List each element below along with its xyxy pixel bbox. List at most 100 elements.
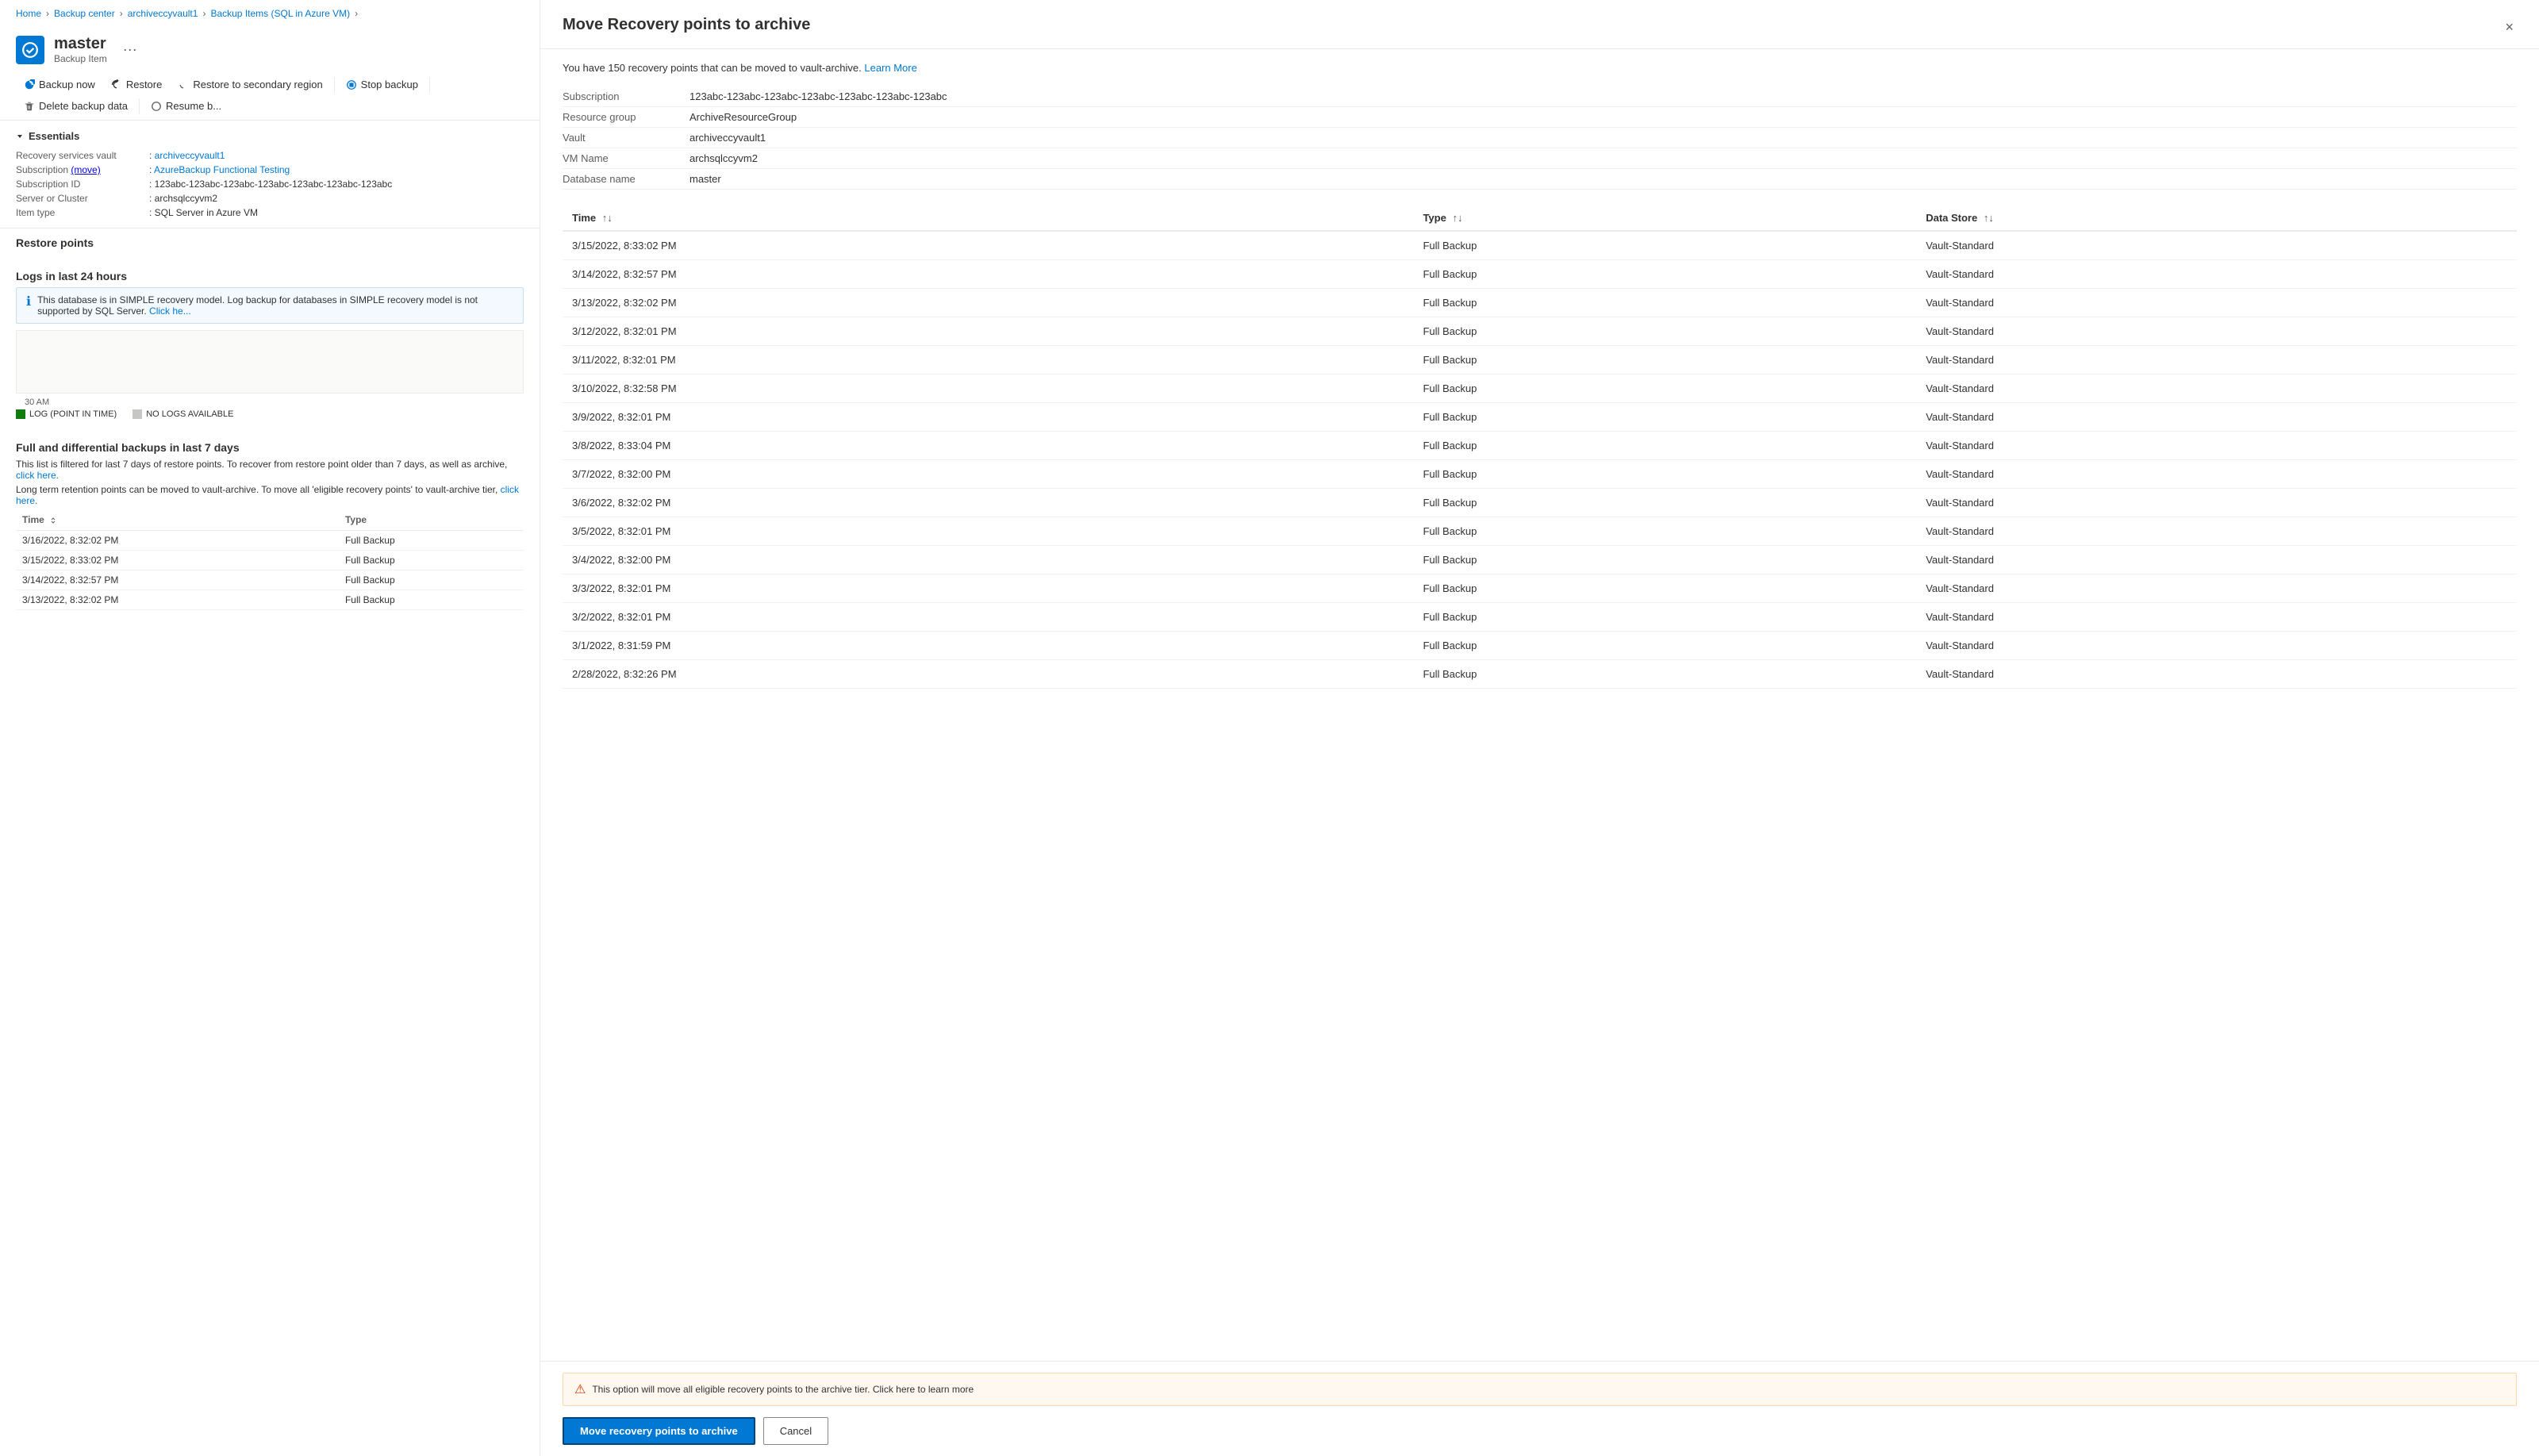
recovery-table-row[interactable]: 3/10/2022, 8:32:58 PMFull BackupVault-St… [563, 375, 2517, 403]
page-icon [16, 36, 44, 64]
col-time[interactable]: Time [16, 509, 339, 531]
recovery-time: 3/9/2022, 8:32:01 PM [563, 403, 1413, 432]
backup-type: Full Backup [339, 590, 524, 610]
recovery-store: Vault-Standard [1916, 346, 2517, 375]
essentials-toggle[interactable]: Essentials [16, 130, 524, 142]
backup-type: Full Backup [339, 531, 524, 551]
recovery-table-row[interactable]: 3/8/2022, 8:33:04 PMFull BackupVault-Sta… [563, 432, 2517, 460]
recovery-type: Full Backup [1413, 517, 1916, 546]
toolbar-sep1 [334, 77, 335, 93]
more-options-button[interactable]: ··· [123, 41, 137, 58]
essentials-grid: Recovery services vault : archiveccyvaul… [16, 150, 524, 218]
recovery-table-row[interactable]: 3/7/2022, 8:32:00 PMFull BackupVault-Sta… [563, 460, 2517, 489]
recovery-store: Vault-Standard [1916, 403, 2517, 432]
table-row[interactable]: 3/15/2022, 8:33:02 PMFull Backup [16, 551, 524, 570]
restore-points-title: Restore points [16, 236, 524, 249]
footer-buttons: Move recovery points to archive Cancel [563, 1417, 2517, 1445]
backup-time: 3/13/2022, 8:32:02 PM [16, 590, 339, 610]
recovery-col-store[interactable]: Data Store ↑↓ [1916, 206, 2517, 231]
recovery-type: Full Backup [1413, 289, 1916, 317]
col-type[interactable]: Type [339, 509, 524, 531]
recovery-table-row[interactable]: 3/13/2022, 8:32:02 PMFull BackupVault-St… [563, 289, 2517, 317]
essentials-sub-label: Subscription (move) [16, 164, 143, 175]
recovery-table-row[interactable]: 2/28/2022, 8:32:26 PMFull BackupVault-St… [563, 660, 2517, 689]
recovery-table-row[interactable]: 3/9/2022, 8:32:01 PMFull BackupVault-Sta… [563, 403, 2517, 432]
backup-type: Full Backup [339, 570, 524, 590]
warning-box: ⚠ This option will move all eligible rec… [563, 1373, 2517, 1406]
recovery-time: 3/11/2022, 8:32:01 PM [563, 346, 1413, 375]
panel-meta-label: Vault [563, 132, 689, 144]
recovery-table-row[interactable]: 3/12/2022, 8:32:01 PMFull BackupVault-St… [563, 317, 2517, 346]
click-here-link1[interactable]: click here. [16, 470, 59, 481]
essentials-vault-label: Recovery services vault [16, 150, 143, 161]
restore-button[interactable]: Restore [103, 74, 171, 95]
restore-secondary-button[interactable]: Restore to secondary region [170, 74, 330, 95]
delete-backup-button[interactable]: Delete backup data [16, 95, 136, 117]
recovery-table-row[interactable]: 3/3/2022, 8:32:01 PMFull BackupVault-Sta… [563, 574, 2517, 603]
recovery-table-row[interactable]: 3/5/2022, 8:32:01 PMFull BackupVault-Sta… [563, 517, 2517, 546]
breadcrumb-sep2: › [120, 8, 123, 19]
panel-meta-label: Subscription [563, 90, 689, 102]
panel-intro: You have 150 recovery points that can be… [563, 62, 2517, 74]
backup-type: Full Backup [339, 551, 524, 570]
panel-meta-row: Resource groupArchiveResourceGroup [563, 107, 2517, 128]
breadcrumb-sep1: › [46, 8, 49, 19]
toolbar-sep2 [429, 77, 430, 93]
move-recovery-points-button[interactable]: Move recovery points to archive [563, 1417, 755, 1445]
recovery-time: 3/12/2022, 8:32:01 PM [563, 317, 1413, 346]
breadcrumb-home[interactable]: Home [16, 8, 41, 19]
page-title: master [54, 35, 107, 53]
recovery-table-row[interactable]: 3/2/2022, 8:32:01 PMFull BackupVault-Sta… [563, 603, 2517, 632]
recovery-table-row[interactable]: 3/11/2022, 8:32:01 PMFull BackupVault-St… [563, 346, 2517, 375]
breadcrumb-backup-items[interactable]: Backup Items (SQL in Azure VM) [210, 8, 350, 19]
essentials-server-label: Server or Cluster [16, 193, 143, 204]
essentials-server-value: : archsqlccyvm2 [149, 193, 217, 204]
panel-close-button[interactable]: × [2502, 16, 2517, 39]
backup-now-label: Backup now [39, 79, 95, 90]
panel-body: You have 150 recovery points that can be… [540, 49, 2539, 1361]
recovery-col-type[interactable]: Type ↑↓ [1413, 206, 1916, 231]
table-row[interactable]: 3/13/2022, 8:32:02 PMFull Backup [16, 590, 524, 610]
recovery-time: 3/8/2022, 8:33:04 PM [563, 432, 1413, 460]
recovery-table-row[interactable]: 3/4/2022, 8:32:00 PMFull BackupVault-Sta… [563, 546, 2517, 574]
logs-info-text: This database is in SIMPLE recovery mode… [37, 294, 513, 317]
recovery-type: Full Backup [1413, 460, 1916, 489]
learn-more-link[interactable]: Learn More [864, 62, 916, 74]
logs-info-link[interactable]: Click he... [149, 305, 191, 317]
subscription-link[interactable]: AzureBackup Functional Testing [154, 164, 290, 175]
breadcrumb-backup-center[interactable]: Backup center [54, 8, 115, 19]
recovery-store: Vault-Standard [1916, 260, 2517, 289]
recovery-time: 3/1/2022, 8:31:59 PM [563, 632, 1413, 660]
recovery-table-row[interactable]: 3/15/2022, 8:33:02 PMFull BackupVault-St… [563, 231, 2517, 260]
stop-backup-button[interactable]: Stop backup [338, 74, 426, 95]
recovery-store: Vault-Standard [1916, 231, 2517, 260]
recovery-table-row[interactable]: 3/14/2022, 8:32:57 PMFull BackupVault-St… [563, 260, 2517, 289]
resume-backup-button[interactable]: Resume b... [143, 95, 229, 117]
resume-backup-label: Resume b... [166, 100, 221, 112]
click-here-link2[interactable]: click here. [16, 484, 519, 506]
table-row[interactable]: 3/16/2022, 8:32:02 PMFull Backup [16, 531, 524, 551]
panel-meta-label: Database name [563, 173, 689, 185]
move-link[interactable]: (move) [71, 164, 100, 175]
table-row[interactable]: 3/14/2022, 8:32:57 PMFull Backup [16, 570, 524, 590]
panel-meta-row: VM Namearchsqlccyvm2 [563, 148, 2517, 169]
recovery-table-row[interactable]: 3/1/2022, 8:31:59 PMFull BackupVault-Sta… [563, 632, 2517, 660]
recovery-time: 3/5/2022, 8:32:01 PM [563, 517, 1413, 546]
recovery-time: 3/4/2022, 8:32:00 PM [563, 546, 1413, 574]
essentials-type-label: Item type [16, 207, 143, 218]
breadcrumb-vault[interactable]: archiveccyvault1 [128, 8, 198, 19]
delete-backup-label: Delete backup data [39, 100, 128, 112]
recovery-col-time[interactable]: Time ↑↓ [563, 206, 1413, 231]
legend-log-dot [16, 409, 25, 419]
recovery-store: Vault-Standard [1916, 375, 2517, 403]
page-header: master Backup Item ··· [0, 27, 540, 71]
recovery-table-row[interactable]: 3/6/2022, 8:32:02 PMFull BackupVault-Sta… [563, 489, 2517, 517]
logs-chart: 30 AM [16, 330, 524, 394]
logs-section: Logs in last 24 hours ℹ This database is… [0, 262, 540, 433]
essentials-section: Essentials Recovery services vault : arc… [0, 121, 540, 229]
cancel-button[interactable]: Cancel [763, 1417, 828, 1445]
recovery-time: 3/7/2022, 8:32:00 PM [563, 460, 1413, 489]
backup-now-button[interactable]: Backup now [16, 74, 103, 95]
vault-link[interactable]: archiveccyvault1 [155, 150, 225, 161]
panel-meta-label: VM Name [563, 152, 689, 164]
